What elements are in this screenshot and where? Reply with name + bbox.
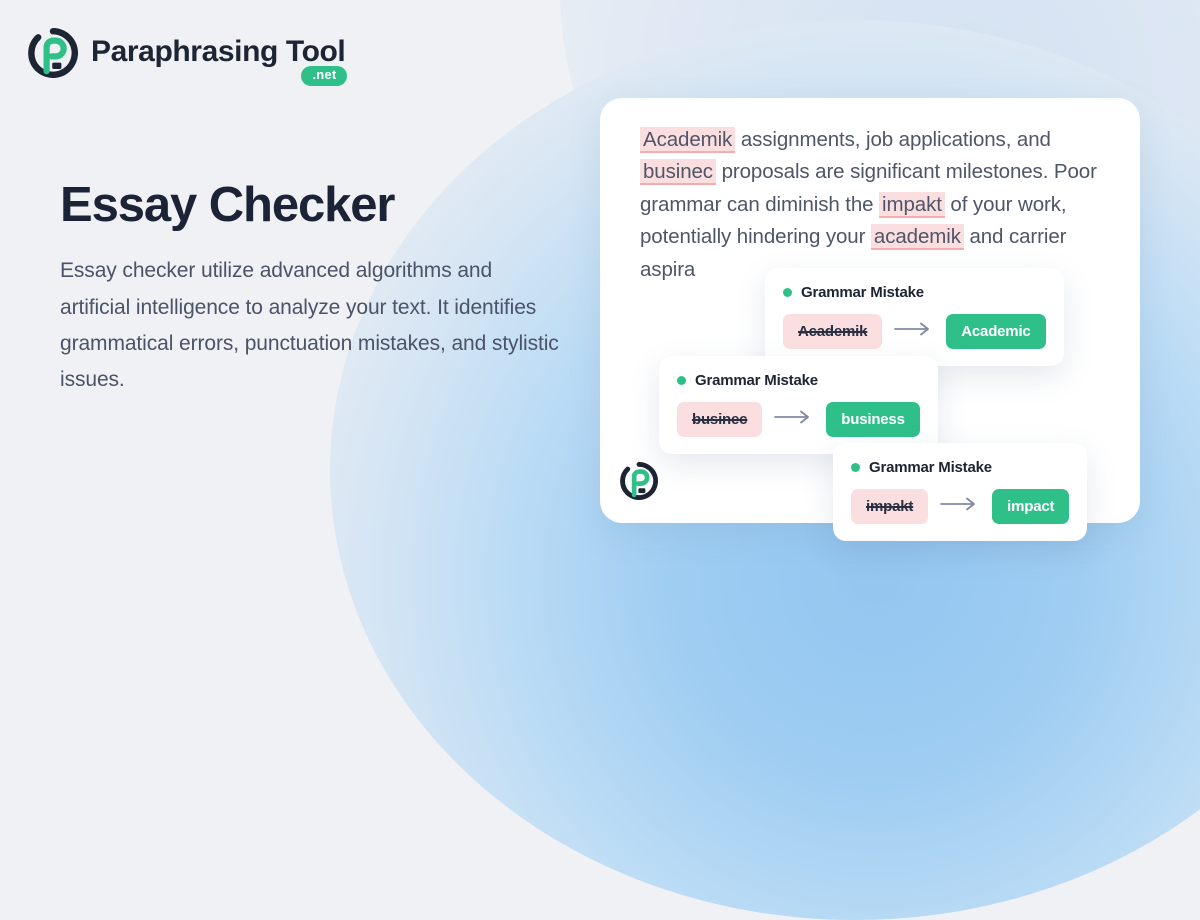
status-dot-icon [783, 288, 792, 297]
misspelled-word: impakt [851, 489, 929, 524]
arrow-right-icon [940, 497, 980, 516]
brand-name: Paraphrasing Tool [91, 35, 346, 68]
grammar-suggestion-card[interactable]: Grammar Mistake impakt impact [833, 443, 1088, 541]
paraphrasing-tool-logo-icon [28, 28, 79, 78]
suggestion-label: Grammar Mistake [695, 372, 818, 389]
status-dot-icon [851, 463, 860, 472]
suggestion-body: Academik Academic [783, 314, 1046, 349]
suggestion-label: Grammar Mistake [869, 459, 992, 476]
corrected-word-button[interactable]: impact [992, 489, 1070, 524]
suggestion-label: Grammar Mistake [801, 284, 924, 301]
suggestion-header: Grammar Mistake [851, 459, 1069, 476]
misspelled-word: Academik [783, 314, 883, 349]
suggestion-header: Grammar Mistake [677, 372, 920, 389]
suggestion-body: impakt impact [851, 489, 1070, 524]
highlighted-error-word[interactable]: impakt [879, 191, 945, 218]
corrected-word-button[interactable]: business [826, 402, 920, 437]
misspelled-word: businec [677, 402, 763, 437]
grammar-suggestion-card[interactable]: Grammar Mistake businec business [659, 356, 938, 454]
highlighted-error-word[interactable]: businec [640, 159, 716, 186]
hero-section: Essay Checker Essay checker utilize adva… [60, 178, 580, 398]
essay-text[interactable]: Academik assignments, job applications, … [640, 124, 1114, 286]
editor-watermark-logo-icon [620, 462, 659, 500]
brand-logo[interactable]: Paraphrasing Tool .net [28, 28, 348, 86]
arrow-right-icon [894, 322, 934, 341]
status-dot-icon [677, 376, 686, 385]
suggestion-header: Grammar Mistake [783, 284, 1046, 301]
arrow-right-icon [774, 410, 814, 429]
page-title: Essay Checker [60, 178, 396, 232]
suggestion-body: businec business [677, 402, 920, 437]
essay-text-run: assignments, job applications, and [735, 128, 1051, 151]
corrected-word-button[interactable]: Academic [946, 314, 1046, 349]
highlighted-error-word[interactable]: Academik [640, 127, 736, 153]
brand-tld-badge: .net [301, 66, 348, 86]
hero-description: Essay checker utilize advanced algorithm… [60, 259, 559, 391]
grammar-suggestion-card[interactable]: Grammar Mistake Academik Academic [765, 268, 1064, 366]
highlighted-error-word[interactable]: academik [870, 224, 964, 251]
